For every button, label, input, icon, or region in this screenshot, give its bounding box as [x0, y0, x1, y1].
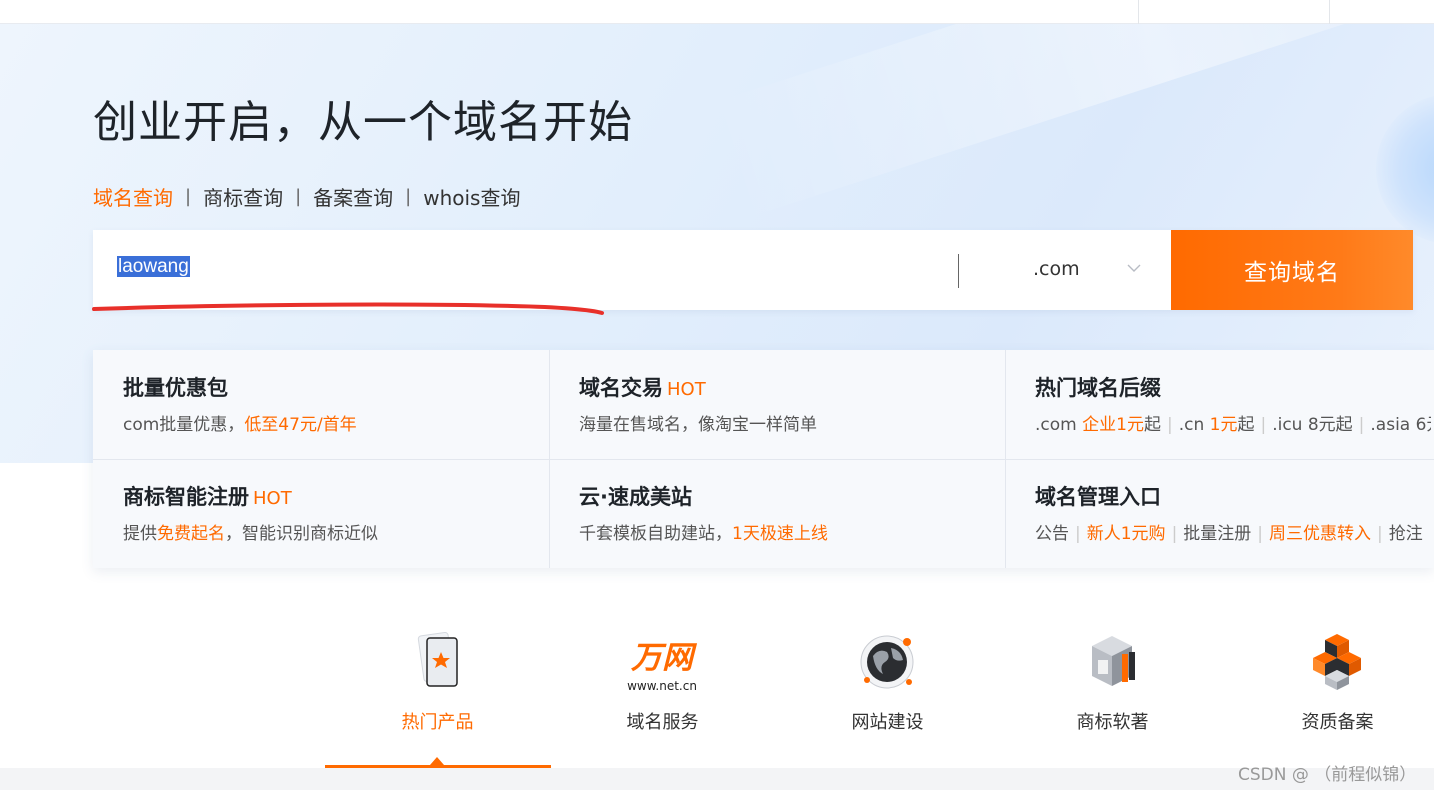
tab-hot-products[interactable]: 热门产品 [325, 628, 550, 738]
desc-highlight: 新人1元购 [1086, 524, 1166, 544]
card-domain-trading[interactable]: 域名交易 HOT 海量在售域名，像淘宝一样简单 [549, 350, 1005, 459]
desc-text: ，智能识别商标近似 [225, 524, 378, 544]
tld-selected-value: .com [1033, 258, 1080, 280]
tab-icp-query[interactable]: 备案查询 [313, 182, 393, 211]
trademark-icon [1092, 636, 1135, 686]
desc-highlight: 低至47元/首年 [244, 415, 357, 435]
desc-text: com批量优惠， [123, 415, 245, 435]
hero-glow-decoration [1376, 94, 1434, 244]
card-title: 域名交易 [579, 376, 663, 400]
card-title: 批量优惠包 [123, 376, 228, 400]
bottom-strip [0, 768, 1434, 790]
desc-separator: | [1166, 415, 1173, 435]
tab-trademark-query[interactable]: 商标查询 [203, 182, 283, 211]
desc-highlight: 1天极速上线 [732, 524, 828, 544]
hero-headline: 创业开启，从一个域名开始 [93, 97, 633, 148]
desc-text: .com [1035, 415, 1083, 435]
desc-text: 起 [1237, 415, 1255, 435]
card-title: 商标智能注册 [123, 485, 249, 509]
tab-trademark-copyright[interactable]: 商标软著 [1000, 628, 1225, 738]
card-quick-site[interactable]: 云·速成美站 千套模板自助建站，1天极速上线 [549, 459, 1005, 568]
desc-text: 公告 [1035, 524, 1069, 544]
card-trademark-register[interactable]: 商标智能注册 HOT 提供免费起名，智能识别商标近似 [93, 459, 549, 568]
desc-highlight: 企业1元 [1082, 415, 1144, 435]
card-title: 域名管理入口 [1035, 485, 1161, 509]
card-desc: .com 企业1元起|.cn 1元起|.icu 8元起|.asia 6元 [1035, 410, 1431, 435]
desc-text: .icu 8元起 [1272, 415, 1353, 435]
desc-text: 千套模板自助建站， [579, 524, 732, 544]
desc-highlight: 免费起名 [157, 524, 225, 544]
csdn-watermark: CSDN @ （前程似锦） [1238, 765, 1417, 785]
nav-divider [1329, 0, 1330, 24]
desc-text: 起 [1143, 415, 1161, 435]
card-desc: 千套模板自助建站，1天极速上线 [579, 519, 975, 544]
svg-text:万网: 万网 [630, 640, 698, 676]
product-label: 域名服务 [626, 712, 699, 733]
tab-divider: | [185, 186, 192, 207]
desc-separator: | [1260, 415, 1267, 435]
query-type-tabs: 域名查询 | 商标查询 | 备案查询 | whois查询 [93, 182, 520, 211]
feature-card-grid: 批量优惠包 com批量优惠，低至47元/首年 域名交易 HOT 海量在售域名，像淘… [93, 350, 1434, 568]
card-domain-management[interactable]: 域名管理入口 公告 | 新人1元购 | 批量注册 | 周三优惠转入 | 抢注 [1005, 459, 1434, 568]
tld-select[interactable]: .com [973, 230, 1171, 310]
desc-highlight: 周三优惠转入 [1269, 524, 1372, 544]
cubes-icon [1313, 634, 1361, 690]
desc-text: 抢注 [1388, 524, 1423, 544]
svg-text:www.net.cn: www.net.cn [627, 679, 697, 693]
red-annotation-underline [92, 302, 604, 315]
hot-product-icon [417, 632, 458, 687]
domain-search-box: laowang .com 查询域名 [93, 230, 1413, 310]
desc-separator: | [1075, 524, 1081, 544]
product-label: 资质备案 [1301, 712, 1374, 733]
card-title: 热门域名后缀 [1035, 376, 1161, 400]
desc-separator: | [1171, 524, 1178, 544]
product-category-tabs: 热门产品 万网 www.net.cn 域名服务 网站建设 商标软著 资质备案 [325, 628, 1434, 738]
desc-separator: | [1377, 524, 1383, 544]
domain-search-input[interactable]: laowang [117, 256, 190, 284]
chevron-down-icon [1127, 264, 1141, 272]
tab-domain-services[interactable]: 万网 www.net.cn 域名服务 [550, 628, 775, 738]
product-label: 网站建设 [851, 712, 924, 733]
card-bulk-discount[interactable]: 批量优惠包 com批量优惠，低至47元/首年 [93, 350, 549, 459]
tab-website-building[interactable]: 网站建设 [775, 628, 1000, 738]
nav-divider [1138, 0, 1139, 24]
desc-highlight: 1元 [1209, 415, 1238, 435]
hero-light-streak [703, 24, 1434, 221]
tab-whois-query[interactable]: whois查询 [423, 182, 520, 211]
hot-badge: HOT [667, 379, 706, 400]
search-divider [958, 254, 959, 288]
search-domain-button[interactable]: 查询域名 [1171, 230, 1413, 310]
selected-text: laowang [117, 256, 190, 277]
product-label: 商标软著 [1076, 712, 1149, 733]
top-nav-bar [0, 0, 1434, 24]
tab-qualification-filing[interactable]: 资质备案 [1225, 628, 1434, 738]
wanwang-logo-icon: 万网 www.net.cn [627, 640, 698, 693]
tab-divider: | [405, 186, 412, 207]
card-popular-suffix[interactable]: 热门域名后缀 .com 企业1元起 | .cn 1元起 | .icu 8元起 | .asia… [1005, 350, 1434, 459]
globe-icon [860, 635, 914, 689]
card-desc: 海量在售域名，像淘宝一样简单 [579, 410, 975, 435]
card-title: 云·速成美站 [579, 485, 692, 509]
active-tab-caret-icon [430, 757, 444, 765]
tab-domain-query[interactable]: 域名查询 [93, 182, 173, 211]
desc-text: 提供 [123, 524, 157, 544]
card-desc: 提供免费起名，智能识别商标近似 [123, 519, 519, 544]
desc-text: .asia 6元 [1370, 415, 1431, 435]
desc-separator: | [1358, 415, 1365, 435]
product-label: 热门产品 [401, 712, 474, 733]
card-desc: 公告 | 新人1元购 | 批量注册 | 周三优惠转入 | 抢注 [1035, 519, 1431, 544]
card-desc: com批量优惠，低至47元/首年 [123, 410, 519, 435]
desc-text: 海量在售域名，像淘宝一样简单 [579, 415, 817, 435]
desc-text: .cn [1178, 415, 1210, 435]
desc-text: 批量注册 [1183, 524, 1252, 544]
hot-badge: HOT [253, 488, 292, 509]
desc-separator: | [1257, 524, 1264, 544]
tab-divider: | [295, 186, 302, 207]
active-tab-indicator [325, 765, 551, 768]
